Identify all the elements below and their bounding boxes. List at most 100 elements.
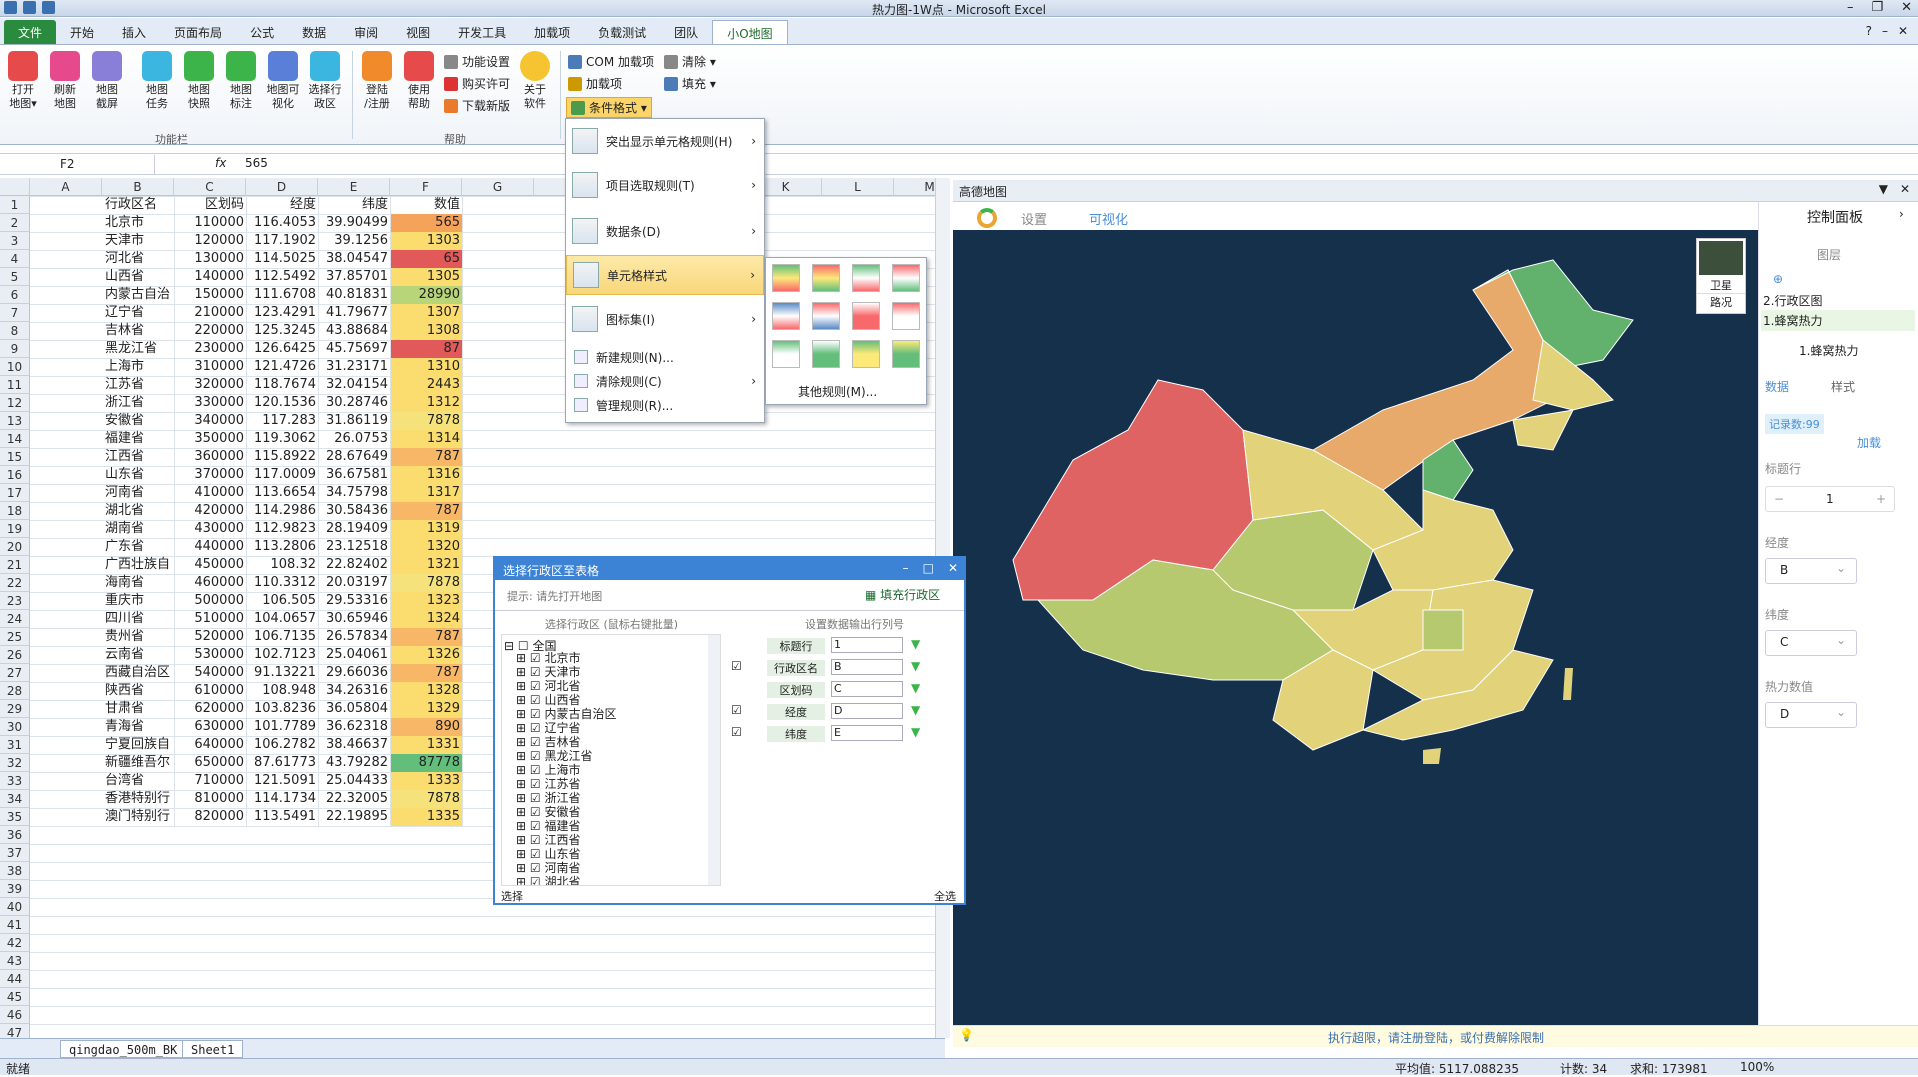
region-tree[interactable]: ⊟ ☐ 全国 ⊞ ☑ 北京市 ⊞ ☑ 天津市 ⊞ ☑ 河北省 ⊞ ☑ 山西省 ⊞ ☑ 内蒙… bbox=[501, 634, 721, 886]
cell[interactable]: 820000 bbox=[175, 808, 247, 826]
color-scale-swatch[interactable] bbox=[812, 340, 840, 368]
data-bars-item[interactable]: 数据条(D) › bbox=[566, 211, 764, 251]
cell[interactable]: 106.7135 bbox=[247, 628, 319, 646]
dropdown-arrow-icon[interactable]: ▼ bbox=[911, 725, 920, 739]
row-header[interactable]: 40 bbox=[0, 898, 30, 916]
add-layer-icon[interactable]: ⊕ bbox=[1773, 272, 1783, 286]
feature-settings-button[interactable]: 功能设置 bbox=[444, 53, 510, 70]
row-header[interactable]: 20 bbox=[0, 538, 30, 556]
collapse-icon[interactable]: ⊟ bbox=[504, 639, 514, 653]
row-header[interactable]: 32 bbox=[0, 754, 30, 772]
expand-icon[interactable]: ⊞ bbox=[516, 749, 526, 763]
cell[interactable]: 37.85701 bbox=[319, 268, 391, 286]
cell[interactable]: 广东省 bbox=[103, 538, 175, 556]
minus-icon[interactable]: − bbox=[1774, 492, 1784, 506]
cell[interactable]: 经度 bbox=[247, 196, 319, 214]
cell[interactable]: 数值 bbox=[391, 196, 463, 214]
column-header[interactable]: F bbox=[390, 178, 462, 196]
cell[interactable]: 山西省 bbox=[103, 268, 175, 286]
tree-item[interactable]: ⊞ ☑ 浙江省 bbox=[516, 791, 581, 805]
cell[interactable]: 1305 bbox=[391, 268, 463, 286]
cell[interactable]: 370000 bbox=[175, 466, 247, 484]
checkbox[interactable]: ☑ bbox=[530, 651, 541, 665]
cell[interactable]: 114.5025 bbox=[247, 250, 319, 268]
expand-icon[interactable]: ⊞ bbox=[516, 665, 526, 679]
expand-icon[interactable]: ⊞ bbox=[516, 735, 526, 749]
cell[interactable]: 1303 bbox=[391, 232, 463, 250]
expand-icon[interactable]: ⊞ bbox=[516, 875, 526, 885]
row-header[interactable]: 27 bbox=[0, 664, 30, 682]
cell[interactable]: 310000 bbox=[175, 358, 247, 376]
close-icon[interactable]: ✕ bbox=[1901, 0, 1912, 15]
row-header[interactable]: 15 bbox=[0, 448, 30, 466]
cell[interactable]: 102.7123 bbox=[247, 646, 319, 664]
cell[interactable]: 辽宁省 bbox=[103, 304, 175, 322]
ribbon-close-icon[interactable]: ✕ bbox=[1898, 24, 1908, 38]
com-addins-button[interactable]: COM 加载项 bbox=[568, 53, 654, 70]
cell[interactable]: 1310 bbox=[391, 358, 463, 376]
color-scale-swatch[interactable] bbox=[892, 340, 920, 368]
cell[interactable]: 113.2806 bbox=[247, 538, 319, 556]
tree-item[interactable]: ⊞ ☑ 北京市 bbox=[516, 651, 581, 665]
cell[interactable]: 130000 bbox=[175, 250, 247, 268]
close-icon[interactable]: ✕ bbox=[948, 561, 958, 575]
cell[interactable]: 126.6425 bbox=[247, 340, 319, 358]
cell[interactable]: 1314 bbox=[391, 430, 463, 448]
tree-item[interactable]: ⊞ ☑ 天津市 bbox=[516, 665, 581, 679]
cell[interactable]: 787 bbox=[391, 448, 463, 466]
cell[interactable]: 450000 bbox=[175, 556, 247, 574]
cell[interactable]: 1317 bbox=[391, 484, 463, 502]
cell[interactable]: 1316 bbox=[391, 466, 463, 484]
clear-button[interactable]: 清除 ▾ bbox=[664, 53, 716, 70]
cell[interactable]: 787 bbox=[391, 628, 463, 646]
cell[interactable]: 浙江省 bbox=[103, 394, 175, 412]
title-row-stepper[interactable]: − 1 + bbox=[1765, 486, 1895, 512]
column-header[interactable]: L bbox=[822, 178, 894, 196]
row-header[interactable]: 5 bbox=[0, 268, 30, 286]
cell[interactable]: 纬度 bbox=[319, 196, 391, 214]
tab-style[interactable]: 样式 bbox=[1831, 378, 1855, 395]
cell[interactable]: 410000 bbox=[175, 484, 247, 502]
restore-icon[interactable]: ❐ bbox=[1871, 0, 1883, 15]
cell[interactable]: 106.505 bbox=[247, 592, 319, 610]
field-select[interactable]: D bbox=[831, 703, 903, 719]
cell[interactable]: 350000 bbox=[175, 430, 247, 448]
cell[interactable]: 26.0753 bbox=[319, 430, 391, 448]
cell[interactable]: 7878 bbox=[391, 574, 463, 592]
row-header[interactable]: 11 bbox=[0, 376, 30, 394]
cell-styles-item[interactable]: 单元格样式 › bbox=[566, 255, 764, 295]
field-select[interactable]: 1 bbox=[831, 637, 903, 653]
cell[interactable]: 31.86119 bbox=[319, 412, 391, 430]
map-snapshot-button[interactable]: 地图 快照 bbox=[178, 51, 220, 111]
row-header[interactable]: 34 bbox=[0, 790, 30, 808]
cell[interactable]: 河南省 bbox=[103, 484, 175, 502]
cell[interactable]: 106.2782 bbox=[247, 736, 319, 754]
row-header[interactable]: 43 bbox=[0, 952, 30, 970]
cell[interactable]: 565 bbox=[391, 214, 463, 232]
checkbox[interactable]: ☑ bbox=[731, 725, 742, 739]
expand-icon[interactable]: ⊞ bbox=[516, 847, 526, 861]
satellite-label[interactable]: 卫星 bbox=[1697, 277, 1745, 293]
cell[interactable]: 黑龙江省 bbox=[103, 340, 175, 358]
color-scale-swatch[interactable] bbox=[772, 264, 800, 292]
row-header[interactable]: 7 bbox=[0, 304, 30, 322]
checkbox[interactable]: ☑ bbox=[530, 763, 541, 777]
cell[interactable]: 区划码 bbox=[175, 196, 247, 214]
cell[interactable]: 内蒙古自治 bbox=[103, 286, 175, 304]
cell[interactable]: 28.19409 bbox=[319, 520, 391, 538]
cell[interactable]: 125.3245 bbox=[247, 322, 319, 340]
latitude-select[interactable]: C bbox=[1765, 630, 1857, 656]
cell[interactable]: 360000 bbox=[175, 448, 247, 466]
column-header[interactable]: G bbox=[462, 178, 534, 196]
cell[interactable]: 610000 bbox=[175, 682, 247, 700]
cell[interactable]: 113.5491 bbox=[247, 808, 319, 826]
cell[interactable]: 1335 bbox=[391, 808, 463, 826]
row-header[interactable]: 37 bbox=[0, 844, 30, 862]
warning-text[interactable]: 执行超限，请注册登陆，或付费解除限制 bbox=[1328, 1029, 1544, 1046]
cell[interactable]: 330000 bbox=[175, 394, 247, 412]
row-header[interactable]: 23 bbox=[0, 592, 30, 610]
cell[interactable]: 1323 bbox=[391, 592, 463, 610]
other-rules-item[interactable]: 其他规则(M)... bbox=[798, 383, 877, 400]
tab-formulas[interactable]: 公式 bbox=[236, 20, 288, 44]
maximize-icon[interactable]: □ bbox=[923, 561, 934, 575]
